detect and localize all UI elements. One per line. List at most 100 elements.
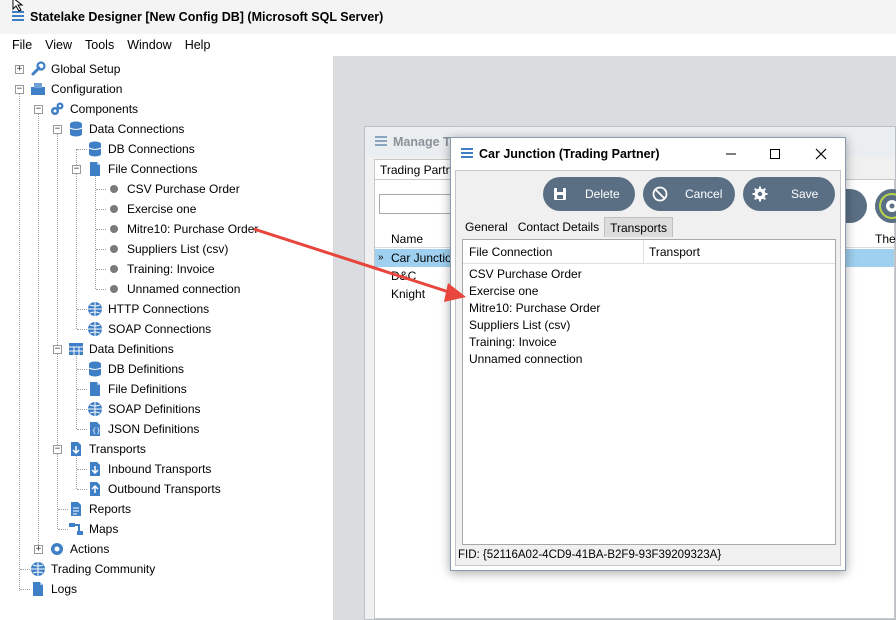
- globe-icon: [30, 561, 46, 577]
- expand-actions[interactable]: +: [34, 545, 43, 554]
- column-file-connection[interactable]: File Connection: [469, 245, 552, 259]
- tree-guide: [57, 449, 58, 529]
- floppy-disk-icon: [552, 186, 568, 202]
- tree-item-global-setup[interactable]: Global Setup: [30, 59, 120, 79]
- tree-guide: [19, 89, 20, 591]
- tree-guide: [57, 129, 58, 449]
- table-icon: [68, 341, 84, 357]
- tree-item-components[interactable]: Components: [49, 99, 138, 119]
- collapse-transports[interactable]: −: [53, 445, 62, 454]
- column-name[interactable]: Name: [391, 232, 423, 246]
- globe-icon: [87, 301, 103, 317]
- tab-general[interactable]: General: [460, 217, 513, 237]
- json-file-icon: {}: [87, 421, 103, 437]
- tree-item-actions[interactable]: Actions: [49, 539, 109, 559]
- collapse-data-connections[interactable]: −: [53, 125, 62, 134]
- table-row[interactable]: Exercise one: [469, 283, 600, 300]
- settings-button[interactable]: [875, 189, 896, 223]
- tree-item-suppliers-list[interactable]: Suppliers List (csv): [106, 239, 228, 259]
- tree-item-db-connections[interactable]: DB Connections: [87, 139, 195, 159]
- tree-item-json-definitions[interactable]: {} JSON Definitions: [87, 419, 199, 439]
- column-transport[interactable]: Transport: [649, 245, 700, 259]
- globe-icon: [87, 401, 103, 417]
- tab-contact-details[interactable]: Contact Details: [512, 217, 605, 237]
- gears-icon: [49, 101, 65, 117]
- tree-item-http-connections[interactable]: HTTP Connections: [87, 299, 209, 319]
- tree-item-inbound-transports[interactable]: Inbound Transports: [87, 459, 211, 479]
- tree-item-training-invoice[interactable]: Training: Invoice: [106, 259, 215, 279]
- column-their[interactable]: Their: [875, 232, 896, 246]
- tree-item-data-definitions[interactable]: Data Definitions: [68, 339, 174, 359]
- tree-item-maps[interactable]: Maps: [68, 519, 118, 539]
- tree-guide: [76, 149, 77, 329]
- transports-grid: File Connection Transport CSV Purchase O…: [462, 239, 836, 545]
- dialog-body: Delete Cancel Save General Contact Detai…: [455, 170, 841, 566]
- tree-item-soap-connections[interactable]: SOAP Connections: [87, 319, 211, 339]
- menu-tools[interactable]: Tools: [85, 38, 114, 52]
- save-button[interactable]: Save: [743, 177, 835, 211]
- table-row[interactable]: Unnamed connection: [469, 351, 600, 368]
- tree-item-configuration[interactable]: Configuration: [30, 79, 122, 99]
- minimize-icon: [726, 153, 736, 155]
- bullet-icon: [106, 181, 122, 197]
- tree-guide: [77, 469, 87, 470]
- file-icon: [87, 381, 103, 397]
- tree-item-db-definitions[interactable]: DB Definitions: [87, 359, 184, 379]
- menu-window[interactable]: Window: [127, 38, 171, 52]
- cancel-button[interactable]: Cancel: [643, 177, 735, 211]
- tree-item-csv-purchase-order[interactable]: CSV Purchase Order: [106, 179, 240, 199]
- tree-item-reports[interactable]: Reports: [68, 499, 131, 519]
- tree-item-data-connections[interactable]: Data Connections: [68, 119, 184, 139]
- tree-item-file-connections[interactable]: File Connections: [87, 159, 197, 179]
- database-icon: [87, 141, 103, 157]
- tree-item-outbound-transports[interactable]: Outbound Transports: [87, 479, 221, 499]
- tree-guide: [77, 389, 87, 390]
- bullet-icon: [106, 221, 122, 237]
- wrench-icon: [30, 61, 46, 77]
- maximize-button[interactable]: [761, 144, 789, 164]
- tree-guide: [77, 429, 87, 430]
- tree-item-logs[interactable]: Logs: [30, 579, 77, 599]
- expand-global-setup[interactable]: +: [15, 65, 24, 74]
- tree-item-file-definitions[interactable]: File Definitions: [87, 379, 187, 399]
- tree-item-exercise-one[interactable]: Exercise one: [106, 199, 196, 219]
- tree-guide: [20, 589, 30, 590]
- menu-file[interactable]: File: [12, 38, 32, 52]
- collapse-components[interactable]: −: [34, 105, 43, 114]
- table-row[interactable]: CSV Purchase Order: [469, 266, 600, 283]
- database-icon: [68, 121, 84, 137]
- tree-guide: [77, 369, 87, 370]
- collapse-file-connections[interactable]: −: [72, 165, 81, 174]
- configuration-icon: [30, 81, 46, 97]
- row-pointer-icon: »: [378, 252, 384, 263]
- tree-item-transports[interactable]: Transports: [68, 439, 146, 459]
- close-button[interactable]: [807, 144, 835, 164]
- delete-button[interactable]: Delete: [543, 177, 635, 211]
- dialog-title: Car Junction (Trading Partner): [479, 147, 660, 161]
- tree-guide: [77, 329, 87, 330]
- tree-guide: [77, 149, 87, 150]
- collapse-configuration[interactable]: −: [15, 85, 24, 94]
- tree-guide: [77, 409, 87, 410]
- menu-help[interactable]: Help: [185, 38, 211, 52]
- grid-header: File Connection Transport: [463, 240, 835, 264]
- minimize-button[interactable]: [717, 144, 745, 164]
- tree-guide: [96, 209, 106, 210]
- svg-text:{}: {}: [92, 427, 100, 435]
- gear-icon: [752, 186, 768, 202]
- tree-item-mitre10-purchase-order[interactable]: Mitre10: Purchase Order: [106, 219, 258, 239]
- table-row[interactable]: Suppliers List (csv): [469, 317, 600, 334]
- navigation-tree: + Global Setup − Configuration − Compone…: [0, 56, 334, 620]
- collapse-data-definitions[interactable]: −: [53, 345, 62, 354]
- tree-item-unnamed-connection[interactable]: Unnamed connection: [106, 279, 240, 299]
- app-logo-icon: [461, 147, 473, 162]
- menu-view[interactable]: View: [45, 38, 72, 52]
- grid-rows: CSV Purchase Order Exercise one Mitre10:…: [469, 266, 600, 368]
- tree-item-soap-definitions[interactable]: SOAP Definitions: [87, 399, 201, 419]
- column-divider[interactable]: [643, 240, 644, 264]
- tree-item-trading-community[interactable]: Trading Community: [30, 559, 155, 579]
- tab-transports[interactable]: Transports: [604, 217, 673, 237]
- close-icon: [815, 148, 827, 160]
- table-row[interactable]: Training: Invoice: [469, 334, 600, 351]
- table-row[interactable]: Mitre10: Purchase Order: [469, 300, 600, 317]
